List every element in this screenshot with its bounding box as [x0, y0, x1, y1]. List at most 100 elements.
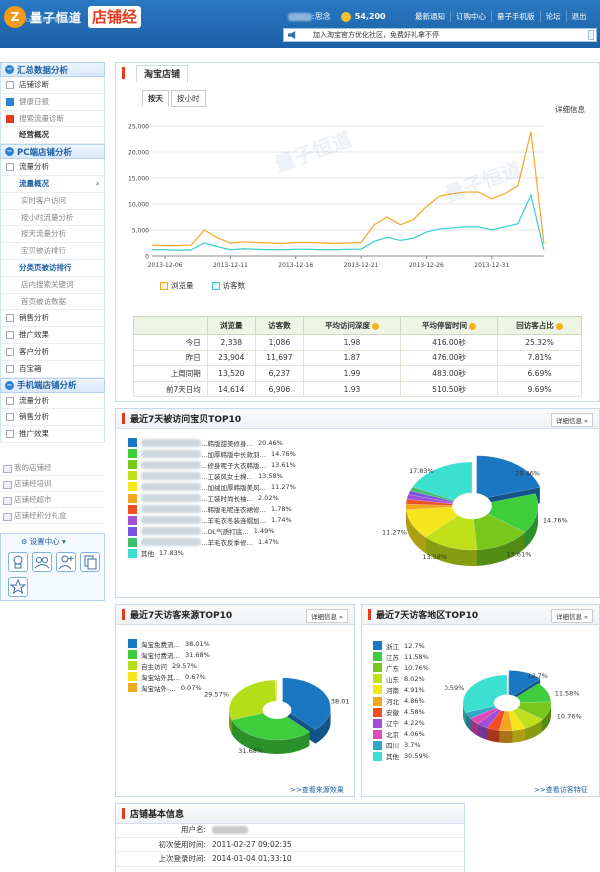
- nav-order-center[interactable]: 订购中心: [450, 11, 491, 22]
- legend-label: 淘宝站外其…: [141, 673, 180, 682]
- folder-icon: [6, 314, 14, 323]
- traffic-detail-link[interactable]: 详细信息: [555, 104, 585, 115]
- table-row: 昨日 23,904 11,697 1.87 476.00秒 7.81%: [133, 349, 582, 367]
- sidebar-item-label: 店内搜索关键词: [21, 279, 74, 289]
- legend-uv[interactable]: 访客数: [211, 280, 245, 291]
- username-blurred: [288, 12, 312, 21]
- legend-item[interactable]: 北京 4.06%: [373, 729, 429, 740]
- sidebar-item[interactable]: 流量概况 ›: [0, 175, 105, 193]
- collapse-icon[interactable]: −: [5, 147, 14, 157]
- legend-item[interactable]: 安徽 4.58%: [373, 707, 429, 718]
- top-items-detail-button[interactable]: 详细信息 »: [550, 413, 593, 427]
- sidebar-item[interactable]: 推广效果: [0, 426, 105, 443]
- collapse-icon[interactable]: −: [5, 380, 14, 390]
- nav-forum[interactable]: 论坛: [539, 11, 566, 22]
- sidebar-item[interactable]: 健康日报: [0, 93, 105, 111]
- section-header-pc[interactable]: − PC端店铺分析: [0, 144, 105, 160]
- sidebar-item[interactable]: 按小时流量分析: [0, 209, 105, 227]
- sidebar-item[interactable]: 流量分析: [0, 392, 105, 410]
- notice-text[interactable]: 加入淘宝官方优化社区，免费好礼拿不停: [313, 30, 439, 40]
- copy-icon[interactable]: [80, 552, 100, 572]
- tab-taobao-shop[interactable]: 淘宝店铺: [136, 65, 188, 83]
- stats-table: 浏览量 访客数 平均访问深度 平均停留时间 回访客占比 今日 2,338 1,086 1.98 4…: [133, 316, 582, 398]
- legend-item[interactable]: 辽宁 4.22%: [373, 718, 429, 729]
- users-icon[interactable]: [32, 552, 52, 572]
- legend-item[interactable]: 浙江 12.7%: [373, 640, 429, 651]
- subtab-by-day[interactable]: 按天: [142, 90, 169, 107]
- legend-item[interactable]: …加厚韩版中长款羽… 14.76%: [128, 448, 296, 459]
- legend-item[interactable]: 江苏 11.58%: [373, 651, 429, 662]
- settings-center-link[interactable]: ⚙ 设置中心 ▾: [21, 536, 66, 547]
- tool-my-shop[interactable]: 我的店铺经: [0, 460, 105, 476]
- legend-item[interactable]: 淘宝付费流… 31.68%: [128, 649, 210, 660]
- legend-item[interactable]: …加绒加厚韩版美风… 11.27%: [128, 481, 296, 492]
- legend-item[interactable]: 淘宝免费流… 38.01%: [128, 638, 210, 649]
- sidebar-item[interactable]: 经营概况: [0, 127, 105, 145]
- sidebar-item[interactable]: 宝贝被访排行: [0, 243, 105, 260]
- legend-swatch: [373, 718, 382, 728]
- legend-label: 其他: [141, 550, 154, 559]
- legend-pv[interactable]: 浏览量: [160, 280, 194, 291]
- notice-scroll-icon[interactable]: [588, 30, 594, 40]
- legend-item[interactable]: …韩版甜美修身… 20.46%: [128, 437, 296, 448]
- nav-notices[interactable]: 最新通知: [410, 11, 450, 22]
- sidebar-item[interactable]: 店铺诊断: [0, 77, 105, 94]
- legend-value: 31.68%: [185, 650, 210, 659]
- legend-item[interactable]: …羊毛衣冬装连帽加… 1.74%: [128, 515, 296, 526]
- add-user-icon[interactable]: [56, 552, 76, 572]
- legend-item[interactable]: …OL气质打底… 1.49%: [128, 526, 296, 537]
- legend-pv-label: 浏览量: [171, 281, 194, 290]
- legend-item[interactable]: 山东 8.02%: [373, 673, 429, 684]
- sidebar-item[interactable]: 实时客户访问: [0, 192, 105, 210]
- sidebar-item[interactable]: 按天流量分析: [0, 226, 105, 244]
- sidebar-item-label: 搜索流量诊断: [19, 113, 64, 123]
- nav-mobile[interactable]: 量子手机版: [491, 11, 540, 22]
- tool-gift-box[interactable]: 店铺经积分礼盒: [0, 508, 105, 524]
- username-suffix[interactable]: :思念: [312, 11, 331, 22]
- help-icon[interactable]: [469, 322, 477, 330]
- sidebar-item[interactable]: 搜索流量诊断: [0, 110, 105, 128]
- info-value: 2014-01-04 01:33:10: [212, 854, 292, 864]
- legend-item[interactable]: 其他 17.83%: [128, 548, 296, 559]
- nav-logout[interactable]: 退出: [565, 11, 592, 22]
- sidebar-item[interactable]: 店内搜索关键词: [0, 276, 105, 294]
- section-header-mobile[interactable]: − 手机端店铺分析: [0, 377, 105, 393]
- sidebar-item[interactable]: 流量分析: [0, 159, 105, 176]
- help-icon[interactable]: [555, 322, 563, 330]
- tool-market[interactable]: 店铺经超市: [0, 492, 105, 508]
- section-header-summary[interactable]: − 汇总数据分析: [0, 62, 105, 77]
- legend-item[interactable]: …羊毛衣反季修… 1.47%: [128, 537, 296, 548]
- legend-item[interactable]: …工装时尚长袖… 2.02%: [128, 492, 296, 503]
- legend-item[interactable]: …工装风女士棉… 13.58%: [128, 470, 296, 481]
- legend-item[interactable]: 其他 30.59%: [373, 751, 429, 762]
- sidebar-item[interactable]: 销售分析: [0, 409, 105, 427]
- star-icon[interactable]: [8, 577, 28, 597]
- sidebar-item[interactable]: 百宝箱: [0, 360, 105, 378]
- legend-item[interactable]: …韩版毛呢连衣裙修… 1.78%: [128, 504, 296, 515]
- legend-item[interactable]: 广东 10.76%: [373, 662, 429, 673]
- sidebar-item[interactable]: 首页被访数据: [0, 293, 105, 311]
- legend-value: 10.76%: [404, 663, 429, 672]
- coin-icon: [340, 11, 351, 22]
- regions-more-link[interactable]: >>查看访客特征: [534, 785, 588, 795]
- collapse-icon[interactable]: −: [5, 65, 14, 74]
- sources-more-link[interactable]: >>查看来源效果: [290, 785, 344, 795]
- legend-item[interactable]: 河南 4.91%: [373, 684, 429, 695]
- legend-item[interactable]: …修身呢子大衣韩版… 13.61%: [128, 459, 296, 470]
- sidebar-item[interactable]: 销售分析: [0, 310, 105, 328]
- help-icon[interactable]: [371, 322, 379, 330]
- notice-bar[interactable]: 加入淘宝官方优化社区，免费好礼拿不停: [283, 28, 597, 42]
- pie-hole: [262, 701, 292, 719]
- subtab-by-hour[interactable]: 按小时: [171, 90, 206, 107]
- tool-training[interactable]: 店铺经培训: [0, 476, 105, 492]
- legend-swatch: [128, 683, 137, 693]
- legend-item[interactable]: 四川 3.7%: [373, 740, 429, 751]
- regions-detail-button[interactable]: 详细信息 »: [550, 609, 593, 623]
- chef-icon[interactable]: [8, 552, 28, 572]
- sidebar-item[interactable]: 分类页被访排行: [0, 259, 105, 277]
- legend-label: 广东: [386, 664, 399, 673]
- sources-detail-button[interactable]: 详细信息 »: [305, 609, 348, 623]
- sidebar-item[interactable]: 推广效果: [0, 327, 105, 344]
- legend-item[interactable]: 河北 4.86%: [373, 695, 429, 706]
- sidebar-item[interactable]: 客户分析: [0, 343, 105, 361]
